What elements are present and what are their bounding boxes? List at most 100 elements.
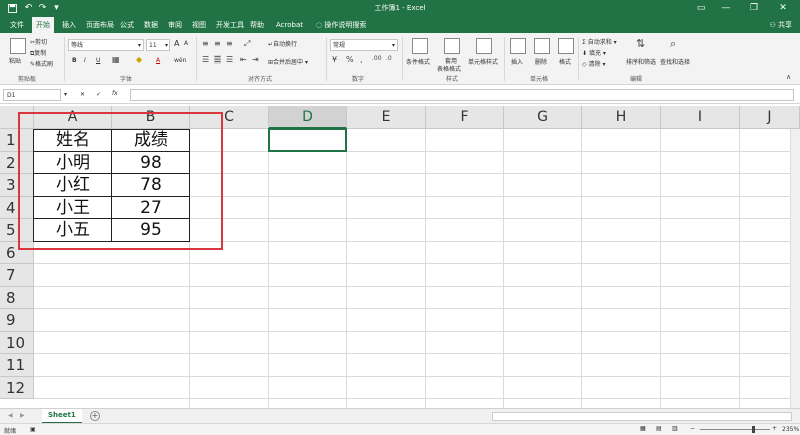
tab-insert[interactable]: 插入 <box>58 17 80 33</box>
sheet-nav-prev-icon[interactable]: ◀ <box>8 412 13 419</box>
tab-developer[interactable]: 开发工具 <box>212 17 248 33</box>
collapse-ribbon-icon[interactable]: ∧ <box>786 73 791 81</box>
align-right-icon[interactable]: ☰ <box>226 55 233 64</box>
sort-filter-button[interactable]: 排序和筛选 <box>626 57 656 66</box>
shrink-font-button[interactable]: A <box>184 40 188 47</box>
formula-input[interactable] <box>130 89 794 101</box>
fill-button[interactable]: ⬇ 填充 ▾ <box>582 48 606 57</box>
delete-cells-icon[interactable] <box>534 38 550 54</box>
format-table-icon[interactable] <box>444 38 460 54</box>
paste-icon[interactable] <box>10 38 26 54</box>
wrap-text-button[interactable]: ↵自动换行 <box>268 39 297 48</box>
borders-icon[interactable]: ▦ <box>112 55 120 64</box>
fill-color-icon[interactable]: ◆ <box>136 55 142 64</box>
tab-acrobat[interactable]: Acrobat <box>272 17 307 33</box>
page-layout-view-icon[interactable]: ▤ <box>656 425 662 432</box>
insert-function-icon[interactable]: fx <box>112 90 118 97</box>
tab-help[interactable]: 帮助 <box>246 17 268 33</box>
row-header-9[interactable]: 9 <box>0 309 34 332</box>
add-sheet-button[interactable]: + <box>90 411 100 421</box>
align-left-icon[interactable]: ☰ <box>202 55 209 64</box>
sheet-nav-next-icon[interactable]: ▶ <box>20 412 25 419</box>
paste-button[interactable]: 粘贴 <box>9 56 21 65</box>
active-cell-d1[interactable] <box>268 128 347 152</box>
worksheet-grid[interactable]: ABCDEFGHIJ 1 2 3 4 5 6 7 8 9 10 11 12 姓名 成绩 小明 98 小红 78 小… <box>0 106 800 408</box>
sort-filter-icon[interactable]: ⇅ <box>636 37 645 50</box>
tab-data[interactable]: 数据 <box>140 17 162 33</box>
copy-button[interactable]: ⧉复制 <box>30 48 46 58</box>
enter-icon[interactable]: ✓ <box>96 91 101 98</box>
column-header-g[interactable]: G <box>504 106 582 129</box>
row-header-12[interactable]: 12 <box>0 376 34 399</box>
comma-style-icon[interactable]: , <box>360 55 363 64</box>
page-break-view-icon[interactable]: ▥ <box>672 425 678 432</box>
font-color-button[interactable]: A <box>156 57 160 64</box>
tab-page-layout[interactable]: 页面布局 <box>82 17 118 33</box>
close-icon[interactable]: ✕ <box>772 1 794 16</box>
align-center-icon[interactable]: ☰ <box>214 55 222 64</box>
restore-icon[interactable]: ❐ <box>743 1 765 16</box>
conditional-format-icon[interactable] <box>412 38 428 54</box>
row-header-10[interactable]: 10 <box>0 331 34 354</box>
align-middle-icon[interactable]: ≡ <box>214 39 221 48</box>
insert-cells-icon[interactable] <box>510 38 526 54</box>
column-header-j[interactable]: J <box>740 106 800 129</box>
autosum-button[interactable]: Σ 自动求和 ▾ <box>582 37 617 46</box>
format-cells-button[interactable]: 格式 <box>559 57 571 66</box>
column-header-e[interactable]: E <box>347 106 426 129</box>
tell-me-search[interactable]: ◌ 操作说明搜索 <box>312 17 370 33</box>
vertical-scrollbar[interactable] <box>790 129 800 408</box>
cell-styles-icon[interactable] <box>476 38 492 54</box>
increase-decimal-icon[interactable]: .00 <box>372 55 382 62</box>
ribbon-display-options-icon[interactable]: ▭ <box>690 1 712 16</box>
cancel-icon[interactable]: ✕ <box>80 91 85 98</box>
sheet-tab-sheet1[interactable]: Sheet1 <box>42 409 82 424</box>
underline-button[interactable]: U <box>96 57 100 64</box>
column-header-f[interactable]: F <box>426 106 504 129</box>
tab-formulas[interactable]: 公式 <box>116 17 138 33</box>
decrease-decimal-icon[interactable]: .0 <box>386 55 392 62</box>
bold-button[interactable]: B <box>72 57 77 64</box>
row-header-7[interactable]: 7 <box>0 264 34 287</box>
format-as-table-line2[interactable]: 表格格式 <box>437 64 461 73</box>
delete-cells-button[interactable]: 删除 <box>535 57 547 66</box>
macro-record-icon[interactable]: ▣ <box>30 426 36 433</box>
decrease-indent-icon[interactable]: ⇤ <box>240 55 247 64</box>
row-header-8[interactable]: 8 <box>0 286 34 309</box>
tab-review[interactable]: 审阅 <box>164 17 186 33</box>
font-name-select[interactable]: 等线 ▾ <box>68 39 144 51</box>
column-header-i[interactable]: I <box>661 106 740 129</box>
clear-button[interactable]: ◇ 清除 ▾ <box>582 59 605 68</box>
tab-view[interactable]: 视图 <box>188 17 210 33</box>
number-format-select[interactable]: 常规 ▾ <box>330 39 398 51</box>
zoom-level[interactable]: 235% <box>782 426 799 433</box>
align-top-icon[interactable]: ≡ <box>202 39 209 48</box>
format-painter-button[interactable]: ✎格式刷 <box>30 59 53 68</box>
merge-center-button[interactable]: ⊞合并后居中 ▾ <box>268 57 308 66</box>
align-bottom-icon[interactable]: ≡ <box>226 39 233 48</box>
horizontal-scrollbar[interactable] <box>492 412 792 421</box>
minimize-icon[interactable]: — <box>715 1 737 16</box>
format-cells-icon[interactable] <box>558 38 574 54</box>
percent-icon[interactable]: % <box>346 55 354 64</box>
chevron-down-icon[interactable]: ▾ <box>64 91 67 98</box>
cut-button[interactable]: ✂剪切 <box>30 37 47 46</box>
zoom-in-button[interactable]: + <box>772 425 777 432</box>
find-select-button[interactable]: 查找和选择 <box>660 57 690 66</box>
zoom-slider-thumb[interactable] <box>752 426 755 433</box>
row-header-11[interactable]: 11 <box>0 354 34 377</box>
tab-file[interactable]: 文件 <box>6 17 28 33</box>
column-header-h[interactable]: H <box>582 106 661 129</box>
zoom-slider[interactable] <box>700 429 770 430</box>
tab-home[interactable]: 开始 <box>32 17 54 33</box>
italic-button[interactable]: I <box>84 57 86 64</box>
increase-indent-icon[interactable]: ⇥ <box>252 55 259 64</box>
column-header-d[interactable]: D <box>269 106 347 129</box>
insert-cells-button[interactable]: 插入 <box>511 57 523 66</box>
currency-icon[interactable]: ¥ <box>332 55 337 64</box>
font-size-select[interactable]: 11 ▾ <box>146 39 170 51</box>
orientation-icon[interactable]: ⤢ <box>244 39 250 49</box>
share-button[interactable]: ⚇ 共享 <box>769 17 792 33</box>
phonetic-button[interactable]: wén <box>174 57 186 64</box>
normal-view-icon[interactable]: ▦ <box>640 425 646 432</box>
